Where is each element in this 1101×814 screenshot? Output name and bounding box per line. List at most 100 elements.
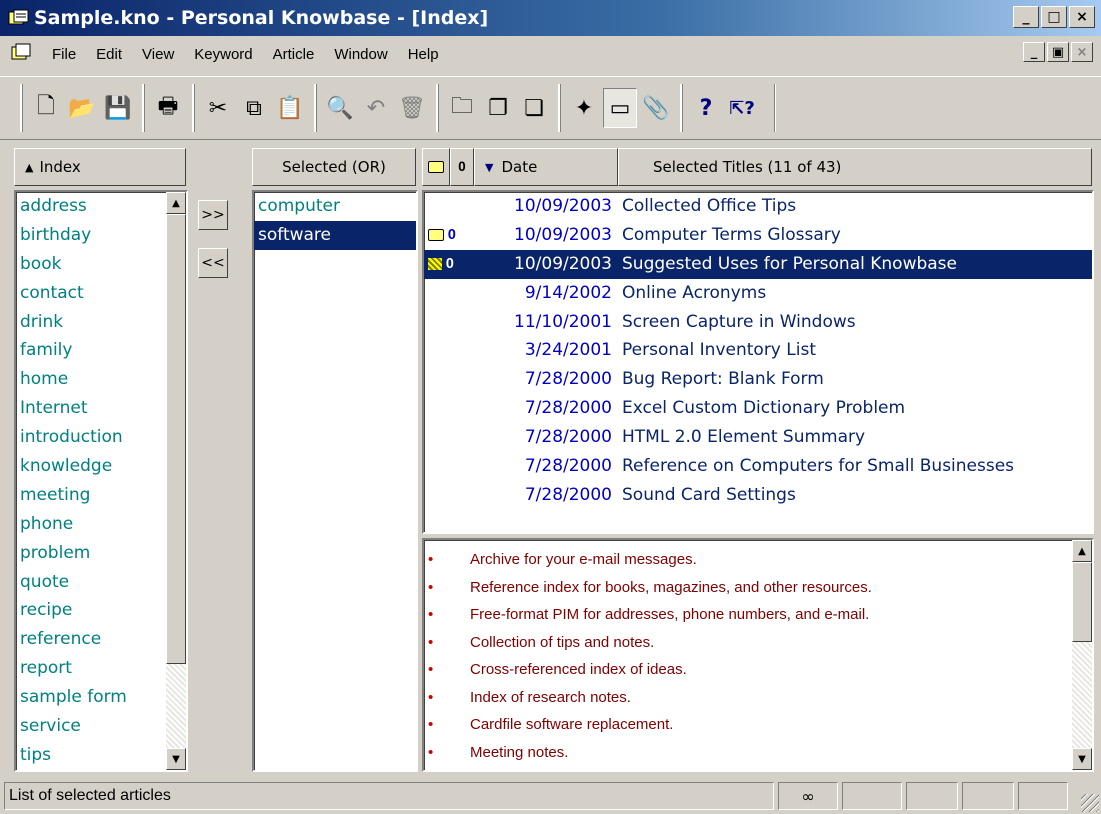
close-button[interactable]: ×	[1069, 6, 1095, 28]
find-icon[interactable]: 🔍	[323, 88, 357, 128]
menu-keyword[interactable]: Keyword	[184, 46, 262, 63]
new-folder-icon[interactable]: 🗀	[445, 88, 479, 128]
document-menu-icon[interactable]	[10, 42, 34, 67]
keyword-item[interactable]: tips	[16, 741, 186, 770]
paste-icon[interactable]: 📋	[273, 88, 307, 128]
copy-icon[interactable]: ⧉	[237, 88, 271, 128]
bullet-icon: •	[428, 578, 434, 596]
selected-keywords-list[interactable]: computer software	[252, 190, 418, 772]
new-document-icon[interactable]: 🗋	[29, 88, 63, 128]
maximize-button[interactable]: □	[1041, 6, 1067, 28]
undo-icon[interactable]: ↶	[359, 88, 393, 128]
scroll-thumb[interactable]	[166, 214, 186, 664]
mdi-close-button[interactable]: ×	[1071, 42, 1093, 62]
title-row[interactable]: 𝟎 10/09/2003 Computer Terms Glossary	[424, 221, 1092, 250]
preview-scroll-down-icon[interactable]: ▼	[1072, 748, 1092, 770]
menu-view[interactable]: View	[132, 46, 184, 63]
article-date: 7/28/2000	[524, 456, 612, 477]
sort-descending-icon: ▼	[485, 160, 494, 174]
menu-help[interactable]: Help	[398, 46, 449, 63]
resize-grip[interactable]	[1081, 794, 1099, 812]
title-row[interactable]: 7/28/2000 HTML 2.0 Element Summary	[424, 423, 1092, 452]
title-row[interactable]: 9/14/2002 Online Acronyms	[424, 279, 1092, 308]
title-row[interactable]: 10/09/2003 Collected Office Tips	[424, 192, 1092, 221]
attachment-icon[interactable]: 📎	[639, 88, 673, 128]
selected-keyword-active[interactable]: software	[254, 220, 416, 250]
scroll-up-icon[interactable]: ▲	[166, 192, 186, 214]
title-row[interactable]: 7/28/2000 Reference on Computers for Smal…	[424, 452, 1092, 481]
keyword-item[interactable]: report	[16, 654, 186, 683]
index-header[interactable]: ▲ Index	[14, 148, 186, 186]
preview-scrollbar[interactable]: ▲ ▼	[1072, 540, 1092, 770]
preview-text: Free-format PIM for addresses, phone num…	[470, 606, 870, 623]
titles-list[interactable]: 10/09/2003 Collected Office Tips 𝟎 10/09/20…	[422, 190, 1094, 534]
toggle-folder-icon[interactable]: ▭	[603, 88, 637, 128]
context-help-icon[interactable]: ⇱?	[725, 88, 759, 128]
keyword-item[interactable]: home	[16, 365, 186, 394]
selected-keyword[interactable]: computer	[254, 192, 416, 221]
attachment-column-header[interactable]: 𝟎	[450, 148, 474, 186]
title-rows: 10/09/2003 Collected Office Tips 𝟎 10/09/20…	[424, 192, 1092, 510]
cut-icon[interactable]: ✂	[201, 88, 235, 128]
menu-file[interactable]: File	[42, 46, 86, 63]
remove-keyword-button[interactable]: <<	[198, 248, 228, 278]
keyword-item[interactable]: service	[16, 712, 186, 741]
menu-window[interactable]: Window	[324, 46, 397, 63]
keyword-item[interactable]: phone	[16, 510, 186, 539]
keyword-item[interactable]: contact	[16, 279, 186, 308]
bullet-icon: •	[428, 743, 434, 761]
paperclip-icon: 𝟎	[448, 226, 456, 243]
keyword-item[interactable]: family	[16, 336, 186, 365]
preview-scroll-up-icon[interactable]: ▲	[1072, 540, 1092, 562]
title-row[interactable]: 𝟎 10/09/2003 Suggested Uses for Personal K…	[424, 249, 1092, 279]
index-scrollbar[interactable]: ▲ ▼	[166, 192, 186, 770]
date-column-header[interactable]: ▼ Date	[474, 148, 618, 186]
keyword-item[interactable]: problem	[16, 539, 186, 568]
scroll-down-icon[interactable]: ▼	[166, 748, 186, 770]
title-row[interactable]: 7/28/2000 Bug Report: Blank Form	[424, 365, 1092, 394]
menu-edit[interactable]: Edit	[86, 46, 132, 63]
keyword-item[interactable]: birthday	[16, 221, 186, 250]
title-row[interactable]: 3/24/2001 Personal Inventory List	[424, 336, 1092, 365]
index-list[interactable]: address birthday book contact drink family hom…	[14, 190, 188, 772]
article-preview[interactable]: • Archive for your e-mail messages. • Refer…	[422, 538, 1094, 772]
article-date: 7/28/2000	[524, 427, 612, 448]
keyword-item[interactable]: drink	[16, 308, 186, 337]
keyword-item[interactable]: introduction	[16, 423, 186, 452]
title-row[interactable]: 11/10/2001 Screen Capture in Windows	[424, 308, 1092, 337]
mdi-minimize-button[interactable]: _	[1023, 42, 1045, 62]
keyword-item[interactable]: book	[16, 250, 186, 279]
titles-header-label: Selected Titles (11 of 43)	[653, 158, 842, 176]
duplicate-article-icon[interactable]: ❐	[481, 88, 515, 128]
open-folder-icon[interactable]: 📂	[65, 88, 99, 128]
keyword-item[interactable]: reference	[16, 625, 186, 654]
article-date: 3/24/2001	[524, 340, 612, 361]
add-keyword-button[interactable]: >>	[198, 200, 228, 230]
titles-column-header[interactable]: Selected Titles (11 of 43)	[618, 148, 1092, 186]
delete-icon[interactable]: 🗑	[395, 88, 429, 128]
keyword-item[interactable]: quote	[16, 568, 186, 597]
keyword-item[interactable]: recipe	[16, 596, 186, 625]
folder-column-header[interactable]	[422, 148, 450, 186]
title-row[interactable]: 7/28/2000 Excel Custom Dictionary Problem	[424, 394, 1092, 423]
bullet-icon: •	[428, 551, 434, 568]
mdi-restore-button[interactable]: ▣	[1047, 42, 1069, 62]
preview-scroll-thumb[interactable]	[1072, 562, 1092, 642]
keyword-item[interactable]: sample form	[16, 683, 186, 712]
keyword-item[interactable]: meeting	[16, 481, 186, 510]
index-header-label: Index	[39, 158, 81, 176]
keyword-item[interactable]: Internet	[16, 394, 186, 423]
keyword-item[interactable]: address	[16, 192, 186, 221]
help-icon[interactable]: ?	[689, 88, 723, 128]
save-icon[interactable]: 💾	[101, 88, 135, 128]
menu-article[interactable]: Article	[263, 46, 325, 63]
article-group-icon[interactable]: ❏	[517, 88, 551, 128]
print-icon[interactable]: 🖶	[151, 88, 185, 128]
title-bar[interactable]: Sample.kno - Personal Knowbase - [Index]…	[0, 0, 1101, 36]
article-title: HTML 2.0 Element Summary	[622, 427, 866, 448]
minimize-button[interactable]: _	[1013, 6, 1039, 28]
status-message: List of selected articles	[4, 782, 774, 810]
title-row[interactable]: 7/28/2000 Sound Card Settings	[424, 481, 1092, 510]
keyword-item[interactable]: knowledge	[16, 452, 186, 481]
new-keyword-icon[interactable]: ✦	[567, 88, 601, 128]
